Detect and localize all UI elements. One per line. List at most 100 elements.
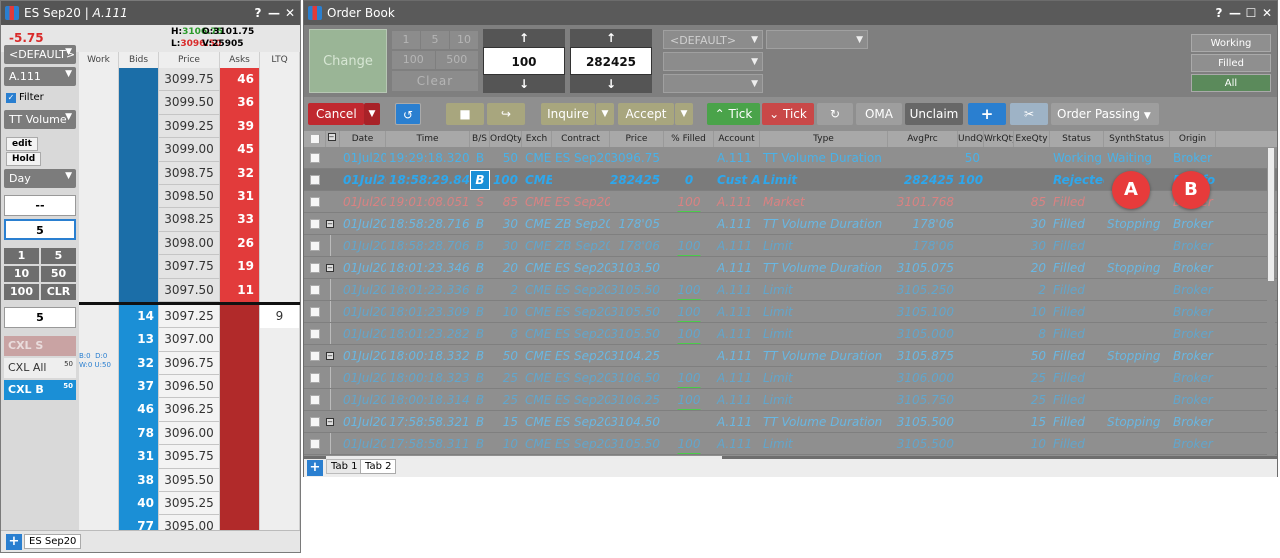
bid-cell[interactable] xyxy=(119,231,159,256)
cancel-button[interactable]: Cancel xyxy=(308,103,364,125)
column-header[interactable]: AvgPrc xyxy=(888,131,958,147)
column-header[interactable]: Type xyxy=(760,131,888,147)
collapse-icon[interactable]: − xyxy=(326,220,334,228)
ask-cell[interactable] xyxy=(220,468,260,493)
bid-cell[interactable]: 31 xyxy=(119,445,159,469)
row-checkbox[interactable] xyxy=(310,219,320,229)
expander-cell[interactable] xyxy=(326,147,340,168)
refresh-icon[interactable]: ↻ xyxy=(817,103,853,125)
expander-cell[interactable] xyxy=(326,191,340,212)
table-row[interactable]: − 01Jul2017:58:58.321 B 15 CME*ES Sep203104.… xyxy=(304,411,1277,433)
order-qty-display[interactable]: 5 xyxy=(4,307,76,328)
column-header[interactable]: Status xyxy=(1050,131,1104,147)
orderbook-titlebar[interactable]: Order Book ? — ☐ ✕ xyxy=(304,1,1277,25)
bid-cell[interactable]: 78 xyxy=(119,421,159,446)
filter-checkbox[interactable]: ✓ Filter xyxy=(6,92,44,103)
algo-dropdown[interactable]: TT Volume ▼ xyxy=(4,110,76,129)
help-icon[interactable]: ? xyxy=(1213,6,1225,20)
inquire-dropdown-chevron-icon[interactable]: ▼ xyxy=(596,103,614,125)
work-cell[interactable] xyxy=(79,328,119,352)
ask-cell[interactable] xyxy=(220,421,260,446)
ask-cell[interactable] xyxy=(220,304,260,329)
hold-button[interactable]: Hold xyxy=(6,152,42,166)
work-cell[interactable] xyxy=(79,278,119,302)
work-cell[interactable]: B:0 D:0 W:0 U:50 xyxy=(79,351,119,376)
expander-cell[interactable] xyxy=(326,169,340,190)
scrollbar-thumb[interactable] xyxy=(1268,148,1274,281)
numpad-10[interactable]: 10 xyxy=(450,31,478,49)
bid-cell[interactable] xyxy=(119,114,159,139)
ask-cell[interactable]: 46 xyxy=(220,68,260,92)
clear-qty-button[interactable]: CLR xyxy=(41,284,76,300)
work-cell[interactable] xyxy=(79,375,119,399)
work-cell[interactable] xyxy=(79,231,119,256)
bid-cell[interactable] xyxy=(119,184,159,209)
filter-filled-button[interactable]: Filled xyxy=(1191,54,1271,72)
collapse-icon[interactable]: − xyxy=(326,418,334,426)
row-checkbox-cell[interactable] xyxy=(304,279,326,300)
vertical-scrollbar[interactable] xyxy=(1267,148,1275,456)
price-value[interactable]: 282425 xyxy=(570,47,652,75)
edit-button[interactable]: edit xyxy=(6,137,38,151)
quantity-stepper[interactable]: ↑ 100 ↓ xyxy=(483,29,565,93)
param-dropdown-2[interactable]: ▼ xyxy=(663,74,763,93)
expander-cell[interactable]: − xyxy=(326,213,340,234)
row-checkbox-cell[interactable] xyxy=(304,235,326,256)
close-icon[interactable]: ✕ xyxy=(284,6,296,20)
row-checkbox-cell[interactable] xyxy=(304,345,326,366)
cancel-dropdown-chevron-icon[interactable]: ▼ xyxy=(364,103,380,125)
help-icon[interactable]: ? xyxy=(252,6,264,20)
expander-cell[interactable] xyxy=(330,279,340,300)
row-checkbox-cell[interactable]: ✓ xyxy=(304,169,326,190)
expander-cell[interactable]: − xyxy=(326,411,340,432)
bid-cell[interactable]: 14 xyxy=(119,304,159,329)
tab-1[interactable]: Tab 1 xyxy=(326,459,363,474)
row-checkbox[interactable] xyxy=(310,285,320,295)
select-all-checkbox[interactable] xyxy=(309,134,320,144)
expander-cell[interactable] xyxy=(330,433,340,454)
work-cell[interactable] xyxy=(79,114,119,139)
work-cell[interactable] xyxy=(79,255,119,279)
add-tab-icon[interactable]: + xyxy=(6,534,22,550)
column-header[interactable]: Time xyxy=(386,131,470,147)
tick-up-button[interactable]: ⌃ Tick xyxy=(707,103,760,125)
bid-cell[interactable]: 46 xyxy=(119,398,159,422)
expand-all-column[interactable]: − xyxy=(326,131,340,147)
work-cell[interactable] xyxy=(79,91,119,115)
row-checkbox-cell[interactable] xyxy=(304,191,326,212)
work-cell[interactable] xyxy=(79,208,119,232)
expander-cell[interactable] xyxy=(330,389,340,410)
filter-working-button[interactable]: Working xyxy=(1191,34,1271,52)
cancel-all-button[interactable]: CXL All 50 xyxy=(4,358,76,378)
tab-es-sep20[interactable]: ES Sep20 xyxy=(24,534,82,549)
column-header[interactable]: B/S xyxy=(470,131,490,147)
ask-cell[interactable]: 19 xyxy=(220,255,260,279)
work-cell[interactable] xyxy=(79,421,119,446)
bid-cell[interactable]: 38 xyxy=(119,468,159,493)
quantity-value[interactable]: 100 xyxy=(483,47,565,75)
numpad-500[interactable]: 500 xyxy=(435,51,478,69)
table-row[interactable]: 01Jul20 18:58:28.706 B 30 CME ZB Sep20 178'06 1… xyxy=(304,235,1277,257)
qty-button-1[interactable]: 1 xyxy=(4,248,39,264)
column-header[interactable]: Exch xyxy=(522,131,552,147)
price-stepper[interactable]: ↑ 282425 ↓ xyxy=(570,29,652,93)
arrow-up-icon[interactable]: ↑ xyxy=(483,29,565,47)
scissors-icon[interactable]: ✂ xyxy=(1010,103,1048,125)
ask-cell[interactable] xyxy=(220,375,260,399)
column-header[interactable]: Contract xyxy=(552,131,610,147)
row-checkbox[interactable] xyxy=(310,417,320,427)
bid-cell[interactable] xyxy=(119,278,159,302)
collapse-icon[interactable]: − xyxy=(327,133,336,141)
ladder-titlebar[interactable]: ES Sep20 | A.111 ? — ✕ xyxy=(1,1,300,25)
ask-cell[interactable]: 45 xyxy=(220,138,260,162)
numpad-1[interactable]: 1 xyxy=(392,31,420,49)
expander-cell[interactable] xyxy=(330,301,340,322)
row-checkbox-cell[interactable] xyxy=(304,213,326,234)
table-row[interactable]: 01Jul20 18:00:18.314 B 25 CME ES Sep20 3106.25… xyxy=(304,389,1277,411)
row-checkbox-checked[interactable]: ✓ xyxy=(310,175,320,185)
row-checkbox[interactable] xyxy=(310,351,320,361)
ask-cell[interactable]: 33 xyxy=(220,208,260,232)
row-checkbox-cell[interactable] xyxy=(304,257,326,278)
arrow-down-icon[interactable]: ↓ xyxy=(570,75,652,93)
ask-cell[interactable]: 26 xyxy=(220,231,260,256)
